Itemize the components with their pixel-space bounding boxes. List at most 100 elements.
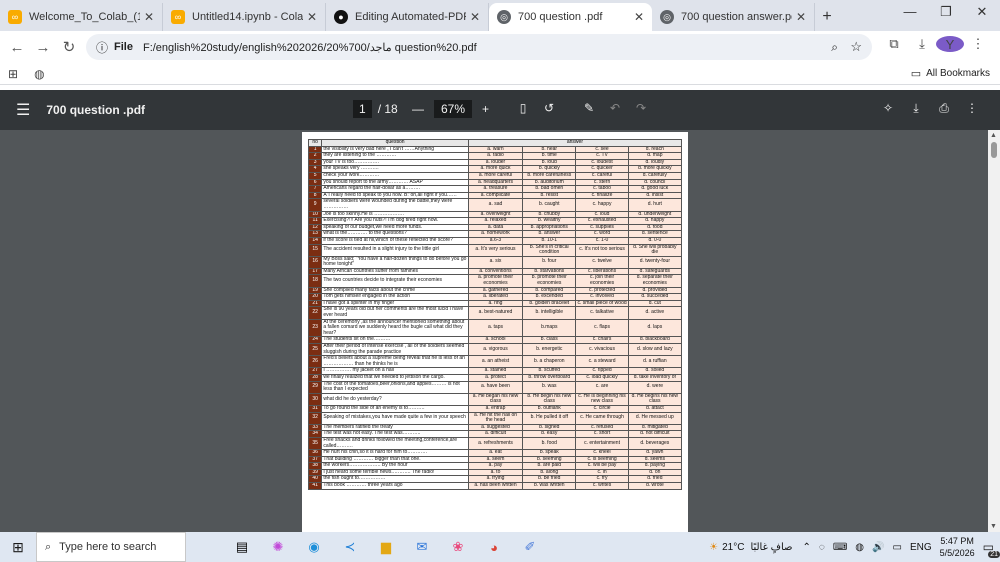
bookmarks-bar: ⊞ ◍ ▭ All Bookmarks [0,63,1000,85]
restore-icon[interactable]: ❐ [928,4,964,20]
option-b: b. signed [522,423,577,432]
all-bookmarks-button[interactable]: ▭ All Bookmarks [911,67,990,80]
tab-4[interactable]: ◎ 700 question .pdf ✕ [489,3,652,31]
back-icon[interactable]: ← [4,39,30,56]
chevron-up-icon[interactable]: ⌃ [803,542,811,553]
reload-icon[interactable]: ↻ [56,38,82,56]
tab-3[interactable]: ● Editing Automated-PDF-Qu ✕ [326,3,489,31]
option-d: d. attact [627,404,683,413]
volume-icon[interactable]: 🔊 [872,542,884,553]
clock[interactable]: 5:47 PM 5/5/2026 [940,535,975,559]
weather-icon[interactable]: ☀ [709,542,718,553]
download-icon[interactable]: ⤓ [908,36,936,52]
table-row: 6 you should report to the army………… ASAP a… [307,178,683,187]
taskbar-search[interactable]: ⌕ Type here to search [36,532,186,562]
menu-icon[interactable]: ☰ [16,100,30,120]
globe-icon[interactable]: ◍ [34,67,44,81]
tab-5[interactable]: ◎ 700 question answer.pdf ✕ [652,3,815,31]
scroll-up-icon[interactable]: ▲ [990,132,997,139]
weather-temp[interactable]: 21°C [722,542,744,553]
page-total: / 18 [377,102,398,116]
close-icon[interactable]: ✕ [470,10,480,24]
option-c: c. a steward [575,355,629,369]
option-d: d. on [627,468,683,477]
ai-icon[interactable]: ✧ [874,101,902,116]
table-row: 13 what is the………… to the questions? a. ho… [307,230,683,238]
task-view-icon[interactable]: ▤ [224,532,260,562]
profile-avatar[interactable]: Y [936,36,964,52]
language-indicator[interactable]: ENG [910,542,932,553]
fit-page-icon[interactable]: ▯ [510,101,536,115]
new-tab-button[interactable]: + [815,8,839,26]
edge-icon[interactable]: ◉ [296,532,332,562]
zoom-icon[interactable]: ⌕ [831,40,838,55]
row-number: 30 [307,392,323,406]
close-window-icon[interactable]: ✕ [964,4,1000,20]
table-row: 29 The cost of the tomatoes,beer,onions,a… [307,380,683,394]
row-number: 38 [307,462,323,470]
scrollbar[interactable]: ▲ ▼ [988,130,1000,532]
option-c: c. short [575,430,629,438]
copilot-icon[interactable]: ✺ [260,532,296,562]
notification-count: 21 [988,551,1000,558]
redo-icon[interactable]: ↷ [628,101,654,115]
print-icon[interactable]: ⎙ [930,101,958,116]
file-explorer-icon[interactable]: ▆ [368,532,404,562]
tab-1[interactable]: ∞ Welcome_To_Colab_(1).ipynb ✕ [0,3,163,31]
keyboard-icon[interactable]: ▭ [892,542,901,553]
option-c: c. kneel [575,449,629,457]
question-text: Exercising?!!! Are you nuts?! I'm dog ti… [321,217,469,225]
annotate-icon[interactable]: ✎ [576,101,602,115]
close-icon[interactable]: ✕ [796,10,806,24]
zoom-level[interactable]: 67% [434,100,473,118]
close-icon[interactable]: ✕ [634,10,644,24]
table-row: 22 She is 90 years old but her comments a… [307,306,683,320]
option-b: b. resist [522,191,577,200]
option-b: b.maps [522,318,577,338]
zoom-out-icon[interactable]: — [412,102,424,116]
close-icon[interactable]: ✕ [307,10,317,24]
question-text: She compiled many facts about the crime [321,286,469,295]
globe-icon[interactable]: ◍ [855,542,864,553]
windows-start-icon[interactable]: ⊞ [0,539,36,556]
ime-icon[interactable]: ⌨ [833,542,847,553]
paint-icon[interactable]: ✐ [512,532,548,562]
info-icon[interactable]: ⓘ [96,39,108,56]
scrollbar-thumb[interactable] [991,142,997,158]
github-icon: ● [334,10,348,24]
row-number: 20 [307,293,323,301]
scroll-down-icon[interactable]: ▼ [990,523,997,530]
apps-grid-icon[interactable]: ⊞ [8,67,18,81]
option-d: d. happy [627,217,683,225]
address-bar[interactable]: ⓘ File F:/english%20study/english%202026… [86,34,872,60]
option-b: b. was written [522,482,577,490]
color-app-icon[interactable]: ❀ [440,532,476,562]
tab-2[interactable]: ∞ Untitled14.ipynb - Colab ✕ [163,3,326,31]
rotate-icon[interactable]: ↺ [536,101,562,115]
option-b: b. hear [522,145,577,154]
close-icon[interactable]: ✕ [144,10,154,24]
vscode-icon[interactable]: ≺ [332,532,368,562]
more-options-icon[interactable]: ⋮ [958,101,986,116]
row-number: 21 [307,299,323,308]
kebab-menu-icon[interactable]: ⋮ [964,36,992,52]
question-text: He hurt his chin,so it is hard for him t… [321,449,469,457]
download-icon[interactable]: ⤓ [902,101,930,116]
url-text[interactable]: F:/english%20study/english%202026/20%700… [143,41,477,54]
zoom-in-icon[interactable]: + [482,102,489,116]
chrome-icon[interactable]: ◕ [476,532,512,562]
mail-icon[interactable]: ✉ [404,532,440,562]
minimize-icon[interactable]: — [892,4,928,20]
option-d: d. slow and lazy [627,342,683,357]
option-d: d. active [627,306,683,320]
option-a: a. six [467,255,524,269]
notification-icon[interactable]: ▭ 21 [983,540,1000,558]
extensions-icon[interactable]: ⧉ [880,36,908,52]
undo-icon[interactable]: ↶ [602,101,628,115]
forward-icon[interactable]: → [30,39,56,56]
question-text: That building ………… bigger than that one. [321,455,469,464]
page-number-input[interactable]: 1 [353,100,372,118]
network-icon[interactable]: ◌ [819,542,825,553]
folder-icon: ▭ [910,68,922,80]
bookmark-star-icon[interactable]: ☆ [850,39,862,55]
